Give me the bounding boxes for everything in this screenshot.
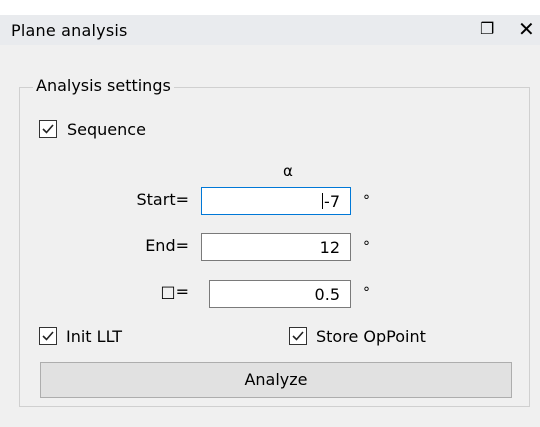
delta-unit: ° — [363, 285, 370, 301]
panel-title: Plane analysis — [11, 21, 128, 40]
init-llt-label[interactable]: Init LLT — [66, 327, 122, 346]
store-oppoint-checkbox[interactable] — [289, 327, 307, 345]
delta-value: 0.5 — [314, 285, 340, 304]
text-caret — [322, 193, 324, 209]
delta-label: □= — [160, 282, 189, 301]
end-value: 12 — [319, 238, 340, 257]
start-value: -7 — [324, 192, 340, 211]
panel-titlebar[interactable]: Plane analysis ❐ ✕ — [0, 15, 540, 45]
store-oppoint-label[interactable]: Store OpPoint — [316, 327, 426, 346]
end-unit: ° — [363, 239, 370, 255]
analyze-button[interactable]: Analyze — [40, 362, 512, 398]
start-unit: ° — [363, 193, 370, 209]
float-icon[interactable]: ❐ — [480, 19, 494, 38]
delta-field[interactable]: 0.5 — [209, 280, 351, 308]
init-llt-checkbox[interactable] — [39, 327, 57, 345]
end-label: End= — [145, 236, 189, 255]
sequence-checkbox[interactable] — [39, 120, 57, 138]
start-label: Start= — [136, 190, 190, 209]
alpha-column-header: α — [283, 162, 293, 180]
end-field[interactable]: 12 — [201, 233, 351, 261]
group-title: Analysis settings — [33, 76, 174, 95]
sequence-label[interactable]: Sequence — [67, 120, 146, 139]
close-icon[interactable]: ✕ — [518, 17, 535, 41]
start-field[interactable]: -7 — [201, 187, 351, 215]
